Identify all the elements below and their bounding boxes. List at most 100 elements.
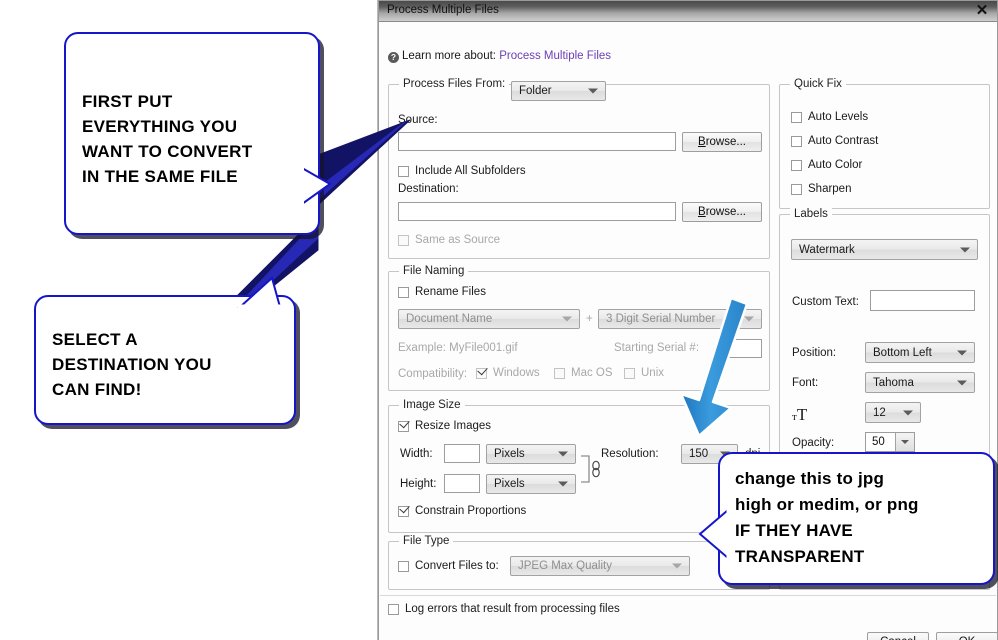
dialog-left-edge bbox=[377, 0, 378, 640]
resolution-label: Resolution: bbox=[601, 448, 659, 460]
source-browse-button[interactable]: Browse... bbox=[682, 132, 762, 152]
checkbox-box bbox=[398, 287, 409, 298]
chevron-down-icon bbox=[558, 451, 568, 457]
resize-images-label: Resize Images bbox=[415, 420, 492, 432]
font-dropdown[interactable]: Tahoma bbox=[865, 372, 975, 393]
checkbox-box bbox=[791, 136, 802, 147]
auto-levels-label: Auto Levels bbox=[808, 111, 869, 123]
file-type-legend: File Type bbox=[399, 535, 454, 547]
checkbox-box bbox=[791, 112, 802, 123]
sharpen-label: Sharpen bbox=[808, 183, 852, 195]
ok-button[interactable]: OK bbox=[936, 632, 998, 640]
resolution-value: 150 bbox=[689, 448, 709, 460]
cancel-button[interactable]: Cancel bbox=[867, 632, 929, 640]
custom-text-label: Custom Text: bbox=[792, 296, 859, 308]
chevron-down-icon bbox=[672, 563, 682, 569]
callout-source-text: FIRST PUT EVERYTHING YOU WANT TO CONVERT… bbox=[82, 92, 253, 186]
chevron-down-icon[interactable] bbox=[895, 433, 914, 451]
width-label: Width: bbox=[400, 448, 433, 460]
opacity-stepper[interactable]: 50 bbox=[865, 432, 915, 452]
destination-browse-button[interactable]: Browse... bbox=[682, 202, 762, 222]
position-dropdown[interactable]: Bottom Left bbox=[865, 342, 975, 363]
checkbox-box bbox=[624, 368, 635, 379]
file-naming-example: Example: MyFile001.gif bbox=[398, 342, 518, 354]
checkbox-box bbox=[398, 166, 409, 177]
checkbox-box bbox=[791, 184, 802, 195]
compatibility-unix-label: Unix bbox=[641, 367, 665, 379]
checkbox-box bbox=[554, 368, 565, 379]
custom-text-input[interactable] bbox=[870, 290, 975, 311]
position-value: Bottom Left bbox=[873, 346, 932, 359]
opacity-value: 50 bbox=[872, 436, 885, 448]
destination-browse-label: rowse... bbox=[705, 206, 746, 218]
checkbox-box bbox=[791, 160, 802, 171]
chevron-down-icon bbox=[957, 350, 967, 355]
learn-more-text: Learn more about: bbox=[402, 50, 496, 62]
close-icon[interactable]: ✕ bbox=[973, 2, 991, 20]
footer-divider bbox=[380, 595, 996, 596]
chevron-down-icon bbox=[744, 316, 754, 322]
constrain-proportions-label: Constrain Proportions bbox=[415, 505, 527, 517]
labels-legend: Labels bbox=[790, 208, 832, 220]
process-multiple-files-link[interactable]: Process Multiple Files bbox=[499, 50, 611, 62]
starting-serial-input[interactable] bbox=[720, 339, 762, 358]
checkbox-box bbox=[398, 561, 409, 572]
height-unit-value: Pixels bbox=[494, 478, 525, 490]
checkbox-box bbox=[476, 368, 487, 379]
callout-source-bubble: FIRST PUT EVERYTHING YOU WANT TO CONVERT… bbox=[64, 32, 320, 235]
font-size-value: 12 bbox=[873, 406, 886, 419]
quick-fix-legend: Quick Fix bbox=[790, 78, 846, 90]
checkbox-box bbox=[388, 604, 399, 615]
log-errors-label: Log errors that result from processing f… bbox=[405, 603, 620, 615]
callout-destination-text: SELECT A DESTINATION YOU CAN FIND! bbox=[52, 330, 212, 399]
destination-label: Destination: bbox=[398, 183, 459, 195]
width-input[interactable] bbox=[444, 444, 480, 463]
chevron-down-icon bbox=[957, 380, 967, 385]
width-unit-value: Pixels bbox=[494, 448, 525, 460]
font-label: Font: bbox=[792, 377, 819, 389]
opacity-label: Opacity: bbox=[792, 437, 835, 449]
screenshot-root: Process Multiple Files ✕ ? Learn more abo… bbox=[0, 0, 998, 640]
question-mark-icon: ? bbox=[388, 52, 399, 63]
callout-destination-bubble: SELECT A DESTINATION YOU CAN FIND! bbox=[34, 295, 296, 425]
checkbox-box bbox=[398, 421, 409, 432]
compatibility-windows-label: Windows bbox=[493, 367, 540, 379]
chevron-down-icon bbox=[558, 481, 568, 487]
name-part-1-value: Document Name bbox=[406, 313, 493, 325]
font-size-icon: ᴛT bbox=[792, 405, 808, 424]
auto-color-label: Auto Color bbox=[808, 159, 863, 171]
font-size-dropdown[interactable]: 12 bbox=[865, 402, 921, 423]
starting-serial-label: Starting Serial #: bbox=[614, 342, 700, 354]
destination-input[interactable] bbox=[398, 202, 676, 221]
same-as-source-label: Same as Source bbox=[415, 234, 501, 246]
source-input[interactable] bbox=[398, 132, 676, 151]
height-input[interactable] bbox=[444, 474, 480, 493]
callout-filetype-bubble: change this to jpg high or medim, or png… bbox=[718, 452, 995, 585]
label-type-value: Watermark bbox=[799, 243, 855, 256]
dialog-title: Process Multiple Files bbox=[387, 4, 499, 16]
name-part-2-dropdown[interactable]: 3 Digit Serial Number bbox=[598, 309, 762, 329]
file-naming-legend: File Naming bbox=[399, 265, 469, 277]
process-files-from-dropdown[interactable]: Folder bbox=[511, 81, 606, 101]
file-format-dropdown[interactable]: JPEG Max Quality bbox=[510, 556, 690, 576]
auto-contrast-label: Auto Contrast bbox=[808, 135, 879, 147]
font-value: Tahoma bbox=[873, 376, 914, 389]
height-unit-dropdown[interactable]: Pixels bbox=[486, 474, 576, 494]
learn-more-row: ? Learn more about: Process Multiple File… bbox=[388, 50, 611, 63]
compatibility-label: Compatibility: bbox=[398, 368, 468, 380]
checkbox-box bbox=[398, 235, 409, 246]
dialog-title-bar: Process Multiple Files ✕ bbox=[379, 1, 997, 22]
height-label: Height: bbox=[400, 478, 437, 490]
width-unit-dropdown[interactable]: Pixels bbox=[486, 444, 576, 464]
compatibility-macos-label: Mac OS bbox=[571, 367, 613, 379]
callout-filetype-text: change this to jpg high or medim, or png… bbox=[735, 469, 919, 566]
process-files-from-label: Process Files From: bbox=[399, 78, 510, 90]
name-parts-plus: + bbox=[586, 313, 593, 325]
label-type-dropdown[interactable]: Watermark bbox=[791, 239, 978, 260]
include-all-subfolders-label: Include All Subfolders bbox=[415, 165, 526, 177]
image-size-legend: Image Size bbox=[399, 399, 465, 411]
name-part-1-dropdown[interactable]: Document Name bbox=[398, 309, 580, 329]
position-label: Position: bbox=[792, 347, 837, 359]
chevron-down-icon bbox=[562, 316, 572, 322]
convert-files-to-label: Convert Files to: bbox=[415, 560, 499, 572]
